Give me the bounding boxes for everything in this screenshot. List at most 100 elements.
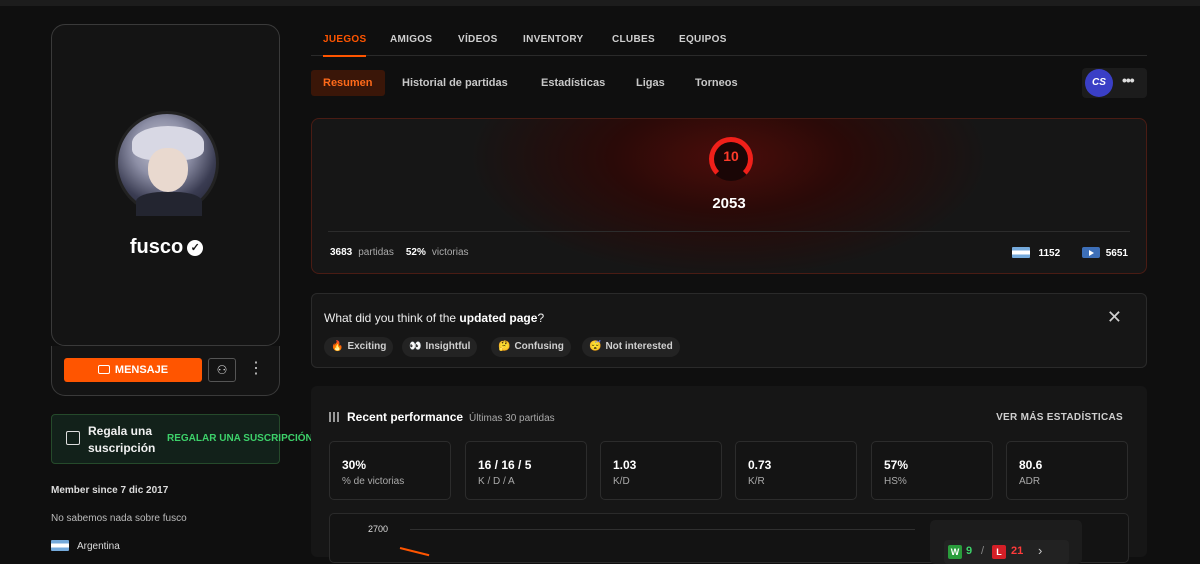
- chart-y-tick: 2700: [368, 524, 389, 534]
- more-options-button[interactable]: ⋮: [248, 358, 264, 382]
- stat-value: 16 / 16 / 5: [478, 458, 532, 472]
- username: fusco: [129, 236, 184, 258]
- country-name: Argentina: [77, 541, 120, 552]
- win-loss-panel: W 9 / L 21 ›: [930, 520, 1082, 564]
- country-rank-flag-icon: [1012, 247, 1031, 258]
- feedback-option-label: Confusing: [514, 341, 564, 352]
- game-selector[interactable]: CS •••: [1082, 68, 1147, 98]
- skill-level: 10: [723, 148, 739, 164]
- stat-box-hs: 57% HS%: [871, 441, 993, 500]
- separator: /: [981, 545, 985, 557]
- winrate-value: 52%: [405, 247, 426, 258]
- sub-tabs: Resumen Historial de partidas Estadístic…: [311, 70, 1147, 98]
- subtab-torneos[interactable]: Torneos: [683, 70, 750, 96]
- feedback-option-label: Insightful: [425, 341, 471, 352]
- elo-chart: 2700 W 9 / L 21 ›: [329, 513, 1129, 564]
- feedback-option-exciting[interactable]: 🔥 Exciting: [324, 337, 394, 357]
- main-tabs: JUEGOS AMIGOS VÍDEOS INVENTORY CLUBES EQ…: [311, 24, 1147, 57]
- wins-count: 9: [966, 545, 973, 557]
- chart-gridline: [410, 529, 915, 530]
- feedback-option-confusing[interactable]: 🤔 Confusing: [491, 337, 571, 357]
- recent-performance-card: Recent performance Últimas 30 partidas VE…: [311, 386, 1147, 564]
- subtab-resumen[interactable]: Resumen: [311, 70, 385, 96]
- winrate-label: victorias: [431, 247, 469, 258]
- performance-title: Recent performance: [347, 410, 464, 424]
- tab-clubes[interactable]: CLUBES: [612, 34, 655, 45]
- chat-icon: [97, 365, 110, 374]
- tab-inventory[interactable]: INVENTORY: [523, 34, 584, 45]
- thinking-icon: 🤔: [498, 341, 511, 352]
- feedback-question-bold: updated page: [459, 311, 538, 325]
- subtab-estadisticas[interactable]: Estadísticas: [529, 70, 617, 96]
- stat-value: 30%: [342, 458, 367, 472]
- see-more-stats-link[interactable]: VER MÁS ESTADÍSTICAS: [996, 412, 1123, 423]
- matches-value: 3683: [330, 247, 353, 258]
- eyes-icon: 👀: [409, 341, 422, 352]
- stat-value: 1.03: [613, 458, 637, 472]
- stat-box-kda: 16 / 16 / 5 K / D / A: [465, 441, 587, 500]
- losses-count: 21: [1011, 545, 1024, 557]
- stat-label: K / D / A: [478, 476, 515, 487]
- argentina-flag-icon: [51, 540, 69, 551]
- tab-videos[interactable]: VÍDEOS: [458, 34, 498, 45]
- elo-value: 2053: [712, 195, 746, 212]
- matches-label: partidas: [358, 247, 394, 258]
- feedback-card: What did you think of the updated page? …: [311, 293, 1147, 368]
- add-friend-icon: ⚇: [216, 363, 228, 377]
- feedback-question: What did you think of the updated page?: [324, 311, 544, 325]
- vertical-dots-icon: ⋮: [248, 360, 264, 377]
- close-icon[interactable]: ✕: [1107, 307, 1122, 328]
- feedback-option-insightful[interactable]: 👀 Insightful: [402, 337, 478, 357]
- feedback-question-prefix: What did you think of the: [324, 311, 457, 325]
- tab-equipos[interactable]: EQUIPOS: [679, 34, 727, 45]
- horizontal-dots-icon[interactable]: •••: [1122, 72, 1135, 88]
- cs-game-logo: CS: [1085, 69, 1113, 97]
- chart-line: [399, 547, 430, 557]
- chevron-right-icon[interactable]: ›: [1038, 543, 1042, 558]
- message-button-label: MENSAJE: [114, 364, 169, 376]
- divider: [328, 231, 1130, 232]
- stat-value: 80.6: [1019, 458, 1043, 472]
- region-rank-icon: [1081, 247, 1100, 258]
- ranking-stats: 1152 5651: [1012, 247, 1128, 259]
- gift-subscription-box: Regala una suscripción REGALAR UNA SUSCR…: [51, 414, 313, 464]
- performance-header: Recent performance Últimas 30 partidas: [329, 410, 555, 424]
- gift-icon: [66, 431, 80, 445]
- gift-subscription-link[interactable]: REGALAR UNA SUSCRIPCIÓN: [167, 433, 313, 444]
- skill-level-card: 10 2053 3683 partidas 52% victorias 1152 56…: [311, 118, 1147, 274]
- feedback-question-suffix: ?: [537, 311, 545, 325]
- stat-value: 57%: [884, 458, 909, 472]
- country-rank[interactable]: 1152: [1038, 248, 1060, 259]
- tab-juegos[interactable]: JUEGOS: [323, 34, 367, 57]
- feedback-option-label: Exciting: [347, 341, 387, 352]
- sleepy-icon: 😴: [589, 341, 602, 352]
- profile-card: fusco ✓: [51, 24, 280, 346]
- stat-label: HS%: [884, 476, 907, 487]
- feedback-option-not-interested[interactable]: 😴 Not interested: [582, 337, 680, 357]
- feedback-option-label: Not interested: [605, 341, 673, 352]
- message-button[interactable]: MENSAJE: [64, 358, 202, 382]
- subtab-historial[interactable]: Historial de partidas: [390, 70, 520, 96]
- match-stats: 3683 partidas 52% victorias: [330, 247, 469, 258]
- stat-label: K/R: [748, 476, 765, 487]
- win-loss-row[interactable]: W 9 / L 21 ›: [944, 540, 1069, 564]
- bar-chart-icon: [329, 412, 339, 422]
- avatar[interactable]: [115, 111, 219, 216]
- top-bar: [0, 0, 1200, 6]
- region-rank[interactable]: 5651: [1106, 248, 1128, 259]
- gift-title: Regala una suscripción: [88, 424, 156, 455]
- member-since: Member since 7 dic 2017: [51, 485, 169, 496]
- stat-box-kd: 1.03 K/D: [600, 441, 722, 500]
- stat-label: % de victorias: [342, 476, 405, 487]
- fire-icon: 🔥: [331, 341, 344, 352]
- about-text: No sabemos nada sobre fusco: [51, 513, 187, 524]
- performance-subtitle: Últimas 30 partidas: [469, 413, 555, 424]
- stat-value: 0.73: [748, 458, 772, 472]
- subtab-ligas[interactable]: Ligas: [624, 70, 677, 96]
- stat-label: ADR: [1019, 476, 1041, 487]
- stat-box-adr: 80.6 ADR: [1006, 441, 1128, 500]
- skill-level-gauge-icon: 10: [709, 137, 753, 181]
- username-row: fusco ✓: [52, 236, 281, 259]
- tab-amigos[interactable]: AMIGOS: [390, 34, 432, 45]
- add-friend-button[interactable]: ⚇: [208, 358, 236, 382]
